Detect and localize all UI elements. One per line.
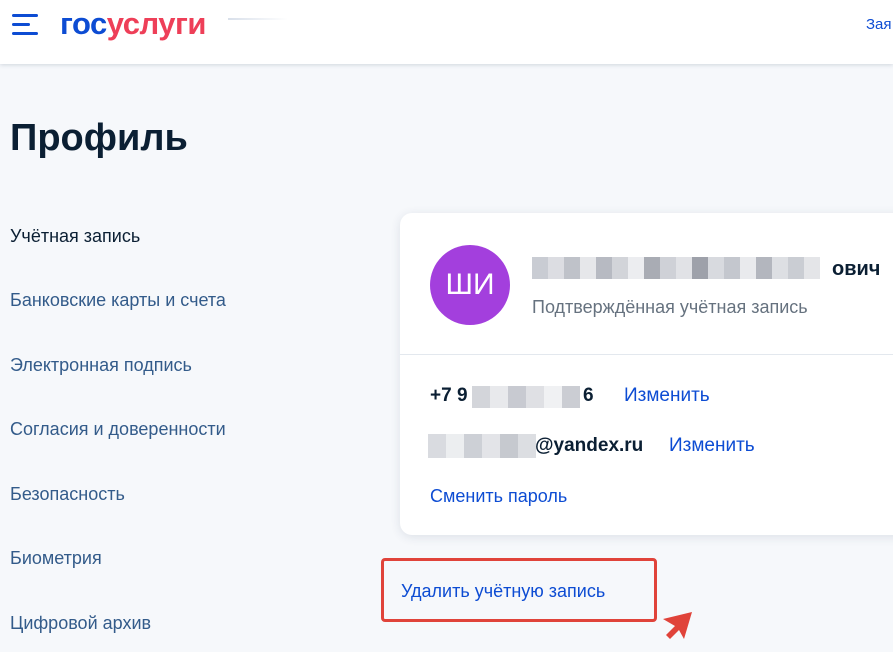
sidebar-item-consents[interactable]: Согласия и доверенности (10, 417, 226, 441)
edit-phone-link[interactable]: Изменить (624, 384, 710, 408)
gosuslugi-logo[interactable]: госуслуги (60, 6, 206, 42)
account-status: Подтверждённая учётная запись (532, 297, 808, 317)
sidebar-item-biometrics[interactable]: Биометрия (10, 546, 102, 570)
name-suffix: ович (832, 258, 881, 280)
sidebar-item-e-signature[interactable]: Электронная подпись (10, 353, 192, 377)
edit-email-link[interactable]: Изменить (669, 434, 755, 458)
phone-redacted-mosaic (472, 386, 580, 408)
phone-prefix: +7 9 (430, 385, 468, 406)
email-suffix: @yandex.ru (535, 435, 644, 456)
sidebar-item-digital-archive[interactable]: Цифровой архив (10, 611, 151, 635)
avatar[interactable]: ШИ (430, 245, 510, 325)
pointer-arrow-icon (663, 612, 692, 639)
header-link-applications[interactable]: Зая (866, 16, 892, 33)
page-title: Профиль (10, 117, 188, 159)
delete-account-link[interactable]: Удалить учётную запись (401, 580, 605, 602)
sidebar-item-account[interactable]: Учётная запись (10, 224, 140, 248)
email-redacted-mosaic (428, 434, 536, 458)
sidebar-item-bank-cards[interactable]: Банковские карты и счета (10, 288, 226, 312)
phone-suffix: 6 (583, 385, 594, 406)
name-redacted-mosaic (532, 257, 820, 279)
sidebar-item-security[interactable]: Безопасность (10, 482, 125, 506)
top-header: госуслуги Зая (0, 0, 893, 64)
delete-highlight-box: Удалить учётную запись (381, 558, 657, 622)
logo-part-uslugi: услуги (106, 6, 207, 41)
account-card: ШИ ович Подтверждённая учётная запись +7… (400, 213, 893, 535)
logo-part-gos: гос (60, 6, 107, 41)
card-divider (400, 354, 893, 355)
logo-decoration (228, 18, 288, 20)
change-password-link[interactable]: Сменить пароль (430, 484, 567, 508)
menu-icon[interactable] (12, 12, 38, 38)
